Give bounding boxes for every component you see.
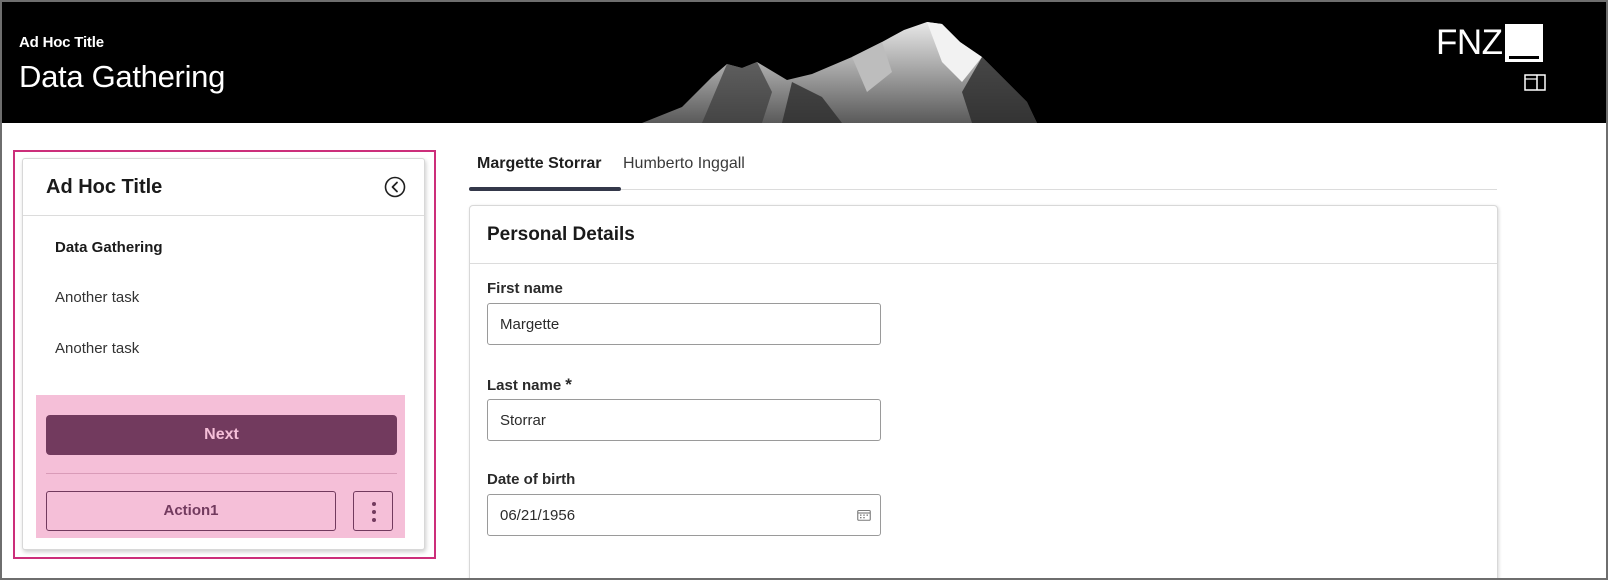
- last-name-label: Last name *: [487, 375, 572, 395]
- personal-details-card: Personal Details First name Last name* D…: [469, 205, 1498, 578]
- next-button[interactable]: Next: [46, 415, 397, 455]
- task-item-another-task[interactable]: Another task: [55, 289, 139, 306]
- fnz-logo: FNZ: [1436, 24, 1543, 62]
- header-subtitle: Ad Hoc Title: [19, 34, 104, 51]
- side-panel-title: Ad Hoc Title: [46, 176, 163, 198]
- more-actions-button[interactable]: [353, 491, 393, 531]
- last-name-label-text: Last name: [487, 377, 562, 394]
- person-tabs: Margette Storrar Humberto Inggall: [469, 152, 1497, 191]
- last-name-field[interactable]: [487, 399, 881, 441]
- active-tab-indicator: [469, 187, 621, 191]
- page-title: Data Gathering: [19, 59, 226, 94]
- side-panel-header: Ad Hoc Title: [23, 159, 424, 216]
- date-of-birth-field[interactable]: [487, 494, 881, 536]
- actions-divider: [46, 473, 397, 474]
- mountain-banner-image: [642, 22, 1037, 123]
- app-window: Ad Hoc Title Data Gathering FNZ Ad Hoc T…: [0, 0, 1608, 580]
- action1-button[interactable]: Action1: [46, 491, 336, 531]
- task-item-data-gathering[interactable]: Data Gathering: [55, 239, 163, 256]
- personal-details-title: Personal Details: [487, 224, 635, 245]
- more-dot: [372, 518, 376, 522]
- required-mark: *: [565, 375, 572, 394]
- first-name-field[interactable]: [487, 303, 881, 345]
- calendar-icon[interactable]: [857, 509, 871, 521]
- tab-margette-storrar[interactable]: Margette Storrar: [469, 152, 621, 191]
- panel-toggle-icon[interactable]: [1524, 74, 1546, 91]
- logo-box-icon: [1504, 24, 1543, 62]
- collapse-left-icon[interactable]: [384, 176, 406, 198]
- more-dot: [372, 510, 376, 514]
- more-vertical-icon: [372, 502, 376, 506]
- tab-label: Margette Storrar: [477, 155, 602, 172]
- actions-area: Next Action1: [36, 395, 405, 538]
- tab-humberto-inggall[interactable]: Humberto Inggall: [615, 152, 753, 189]
- task-item-another-task[interactable]: Another task: [55, 340, 139, 357]
- app-header: Ad Hoc Title Data Gathering FNZ: [2, 2, 1606, 123]
- side-panel: Ad Hoc Title Data Gathering Another task…: [22, 158, 425, 550]
- first-name-label: First name: [487, 280, 563, 297]
- tab-label: Humberto Inggall: [623, 155, 745, 172]
- personal-details-header: Personal Details: [470, 206, 1497, 264]
- logo-text: FNZ: [1436, 23, 1503, 62]
- date-of-birth-label: Date of birth: [487, 471, 576, 488]
